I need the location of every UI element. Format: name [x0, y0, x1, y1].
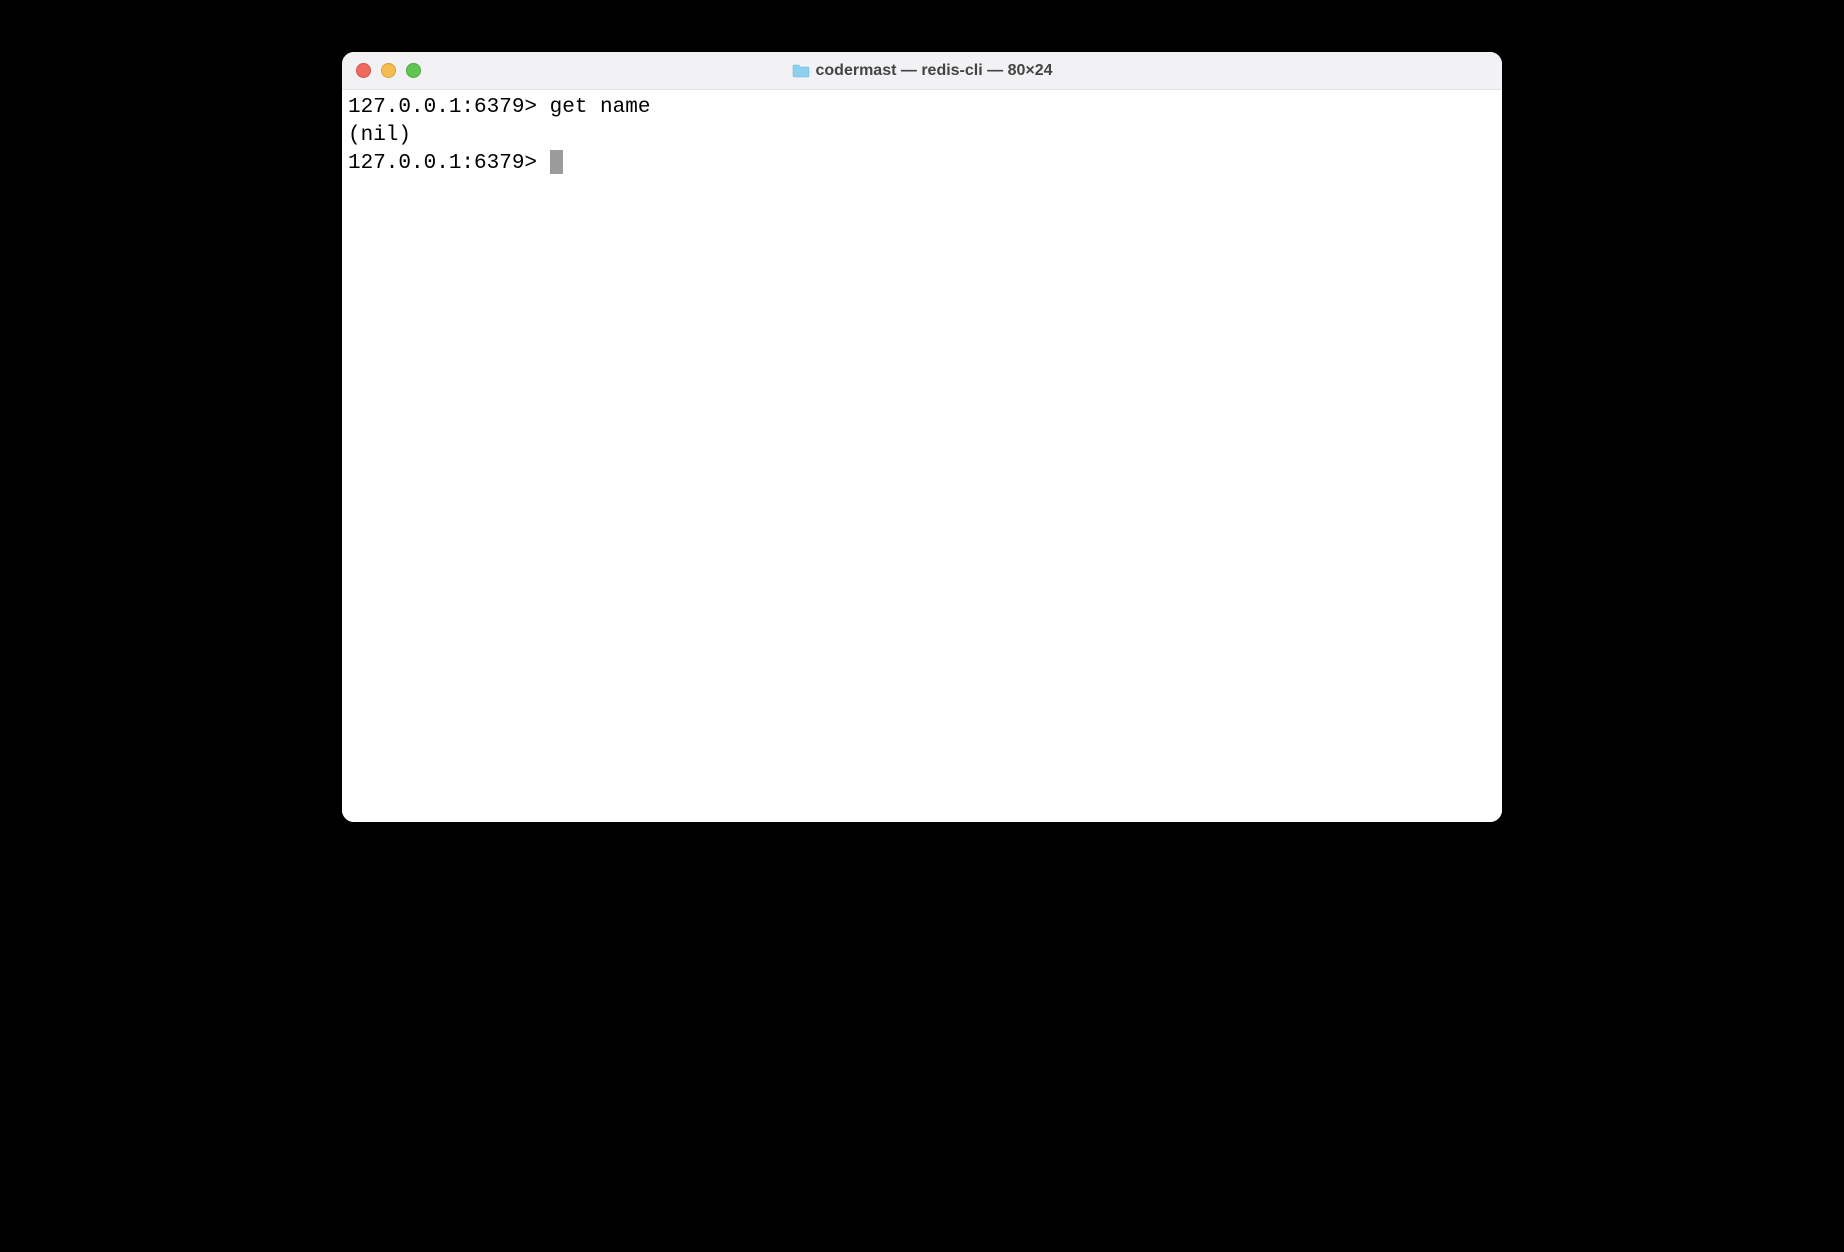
terminal-body[interactable]: 127.0.0.1:6379> get name(nil)127.0.0.1:6…: [342, 90, 1502, 822]
close-button[interactable]: [356, 63, 371, 78]
minimize-button[interactable]: [381, 63, 396, 78]
output: (nil): [348, 124, 411, 147]
cursor: [550, 150, 563, 174]
titlebar: codermast — redis-cli — 80×24: [342, 52, 1502, 90]
terminal-line: 127.0.0.1:6379>: [348, 150, 1496, 178]
prompt: 127.0.0.1:6379>: [348, 96, 537, 119]
terminal-window: codermast — redis-cli — 80×24 127.0.0.1:…: [342, 52, 1502, 822]
window-title: codermast — redis-cli — 80×24: [816, 62, 1053, 80]
folder-icon: [792, 64, 810, 78]
command: get name: [537, 96, 650, 119]
traffic-lights: [356, 63, 421, 78]
terminal-line: 127.0.0.1:6379> get name: [348, 94, 1496, 122]
prompt: 127.0.0.1:6379>: [348, 152, 550, 175]
titlebar-title-container: codermast — redis-cli — 80×24: [342, 62, 1502, 80]
zoom-button[interactable]: [406, 63, 421, 78]
terminal-line: (nil): [348, 122, 1496, 150]
